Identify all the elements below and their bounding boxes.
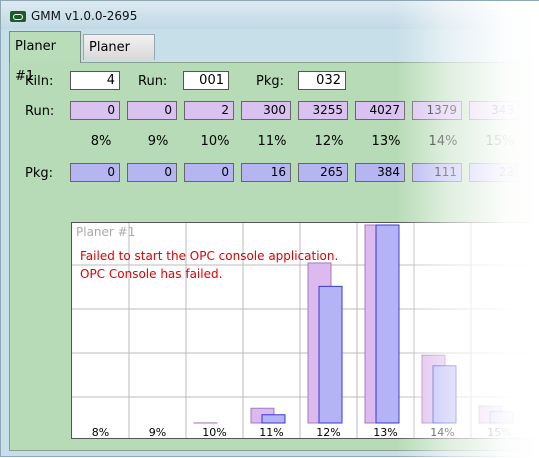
pkg-field[interactable]: 032 [298,71,346,90]
bar-pkg-12% [319,286,342,423]
pkg-value-15: 22 [469,163,519,182]
bar-pkg-15% [490,412,513,423]
tab-planer-2[interactable]: Planer #2 [83,34,155,60]
pct-label-8: 8% [76,134,126,149]
bar-pkg-14% [433,366,456,423]
x-tick-label: 13% [373,426,397,438]
run-value-13: 4027 [355,101,405,120]
pkg-value-12: 265 [298,163,348,182]
bar-pkg-11% [262,415,285,423]
pct-label-11: 11% [247,134,297,149]
x-tick-label: 10% [202,426,226,438]
pkg-value-9: 0 [127,163,177,182]
run-label: Run: [138,74,167,89]
pkg-value-13: 384 [355,163,405,182]
title-bar[interactable]: GMM v1.0.0-2695 [1,1,538,29]
pct-label-14: 14% [418,134,468,149]
pct-label-13: 13% [361,134,411,149]
bar-pkg-13% [376,225,399,423]
error-message-2: OPC Console has failed. [80,267,222,281]
kiln-field[interactable]: 4 [70,71,120,90]
run-field[interactable]: 001 [183,71,229,90]
run-value-10: 2 [184,101,234,120]
pct-label-15: 15% [475,134,525,149]
run-value-8: 0 [70,101,120,120]
pkg-value-8: 0 [70,163,120,182]
chart-title: Planer #1 [76,225,135,239]
window-title: GMM v1.0.0-2695 [31,9,137,23]
run-value-15: 343 [469,101,519,120]
pct-label-10: 10% [190,134,240,149]
app-window: GMM v1.0.0-2695 Planer #1 Planer #2 Kiln… [0,0,539,457]
x-tick-label: 14% [430,426,454,438]
run-value-12: 3255 [298,101,348,120]
error-message-1: Failed to start the OPC console applicat… [80,249,338,263]
x-tick-label: 11% [259,426,283,438]
run-value-9: 0 [127,101,177,120]
run-value-11: 300 [241,101,291,120]
x-tick-label: 15% [487,426,511,438]
run-row-label: Run: [25,104,54,119]
x-tick-label: 8% [92,426,109,438]
pkg-label: Pkg: [256,74,284,89]
pkg-row-label: Pkg: [25,166,53,181]
x-tick-label: 12% [316,426,340,438]
pkg-value-11: 16 [241,163,291,182]
run-value-14: 1379 [412,101,462,120]
pct-label-12: 12% [304,134,354,149]
pkg-value-14: 111 [412,163,462,182]
app-icon [10,11,26,22]
pkg-value-10: 0 [184,163,234,182]
pct-label-9: 9% [133,134,183,149]
tab-planer-1[interactable]: Planer #1 [9,31,81,63]
x-tick-label: 9% [149,426,166,438]
